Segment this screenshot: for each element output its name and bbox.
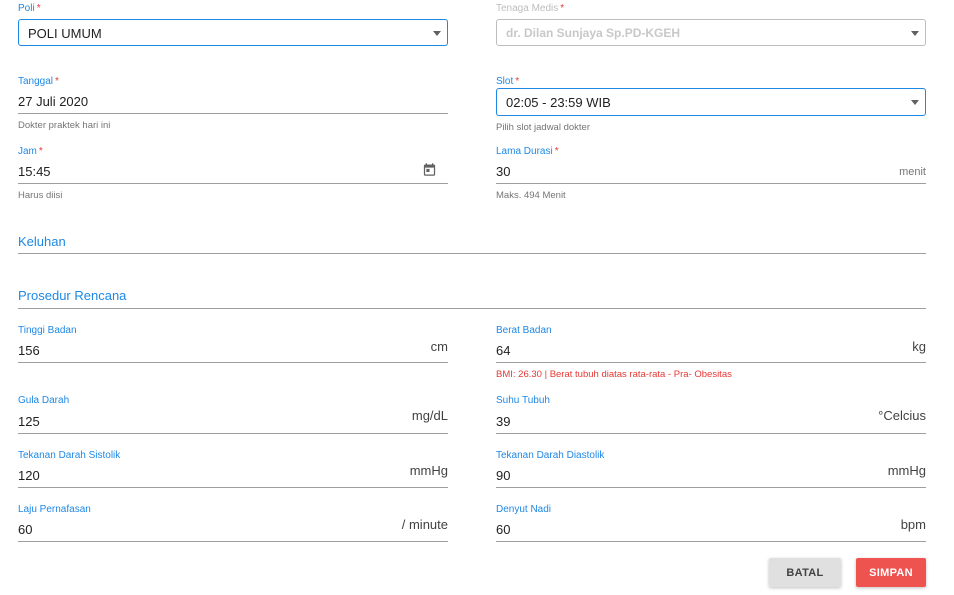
diastolik-value: 90 (496, 468, 511, 483)
diastolik-suffix: mmHg (887, 463, 926, 478)
poli-label: Poli * (18, 3, 41, 14)
tinggi-badan-label: Tinggi Badan (18, 325, 77, 336)
tenaga-medis-select[interactable]: dr. Dilan Sunjaya Sp.PD-KGEH (496, 19, 926, 46)
slot-select[interactable]: 02:05 - 23:59 WIB (496, 88, 926, 116)
sistolik-value: 120 (18, 468, 40, 483)
jam-field[interactable]: Jam * 15:45 Harus diisi (18, 146, 448, 202)
berat-badan-label: Berat Badan (496, 325, 552, 336)
poli-field: Poli * POLI UMUM (18, 3, 448, 46)
poli-value: POLI UMUM (28, 26, 102, 41)
keluhan-field[interactable]: Keluhan (18, 232, 926, 254)
laju-pernafasan-field[interactable]: Laju Pernafasan 60 / minute (18, 504, 448, 544)
suhu-tubuh-value: 39 (496, 414, 511, 429)
berat-badan-underline (496, 362, 926, 363)
laju-pernafasan-suffix: / minute (401, 517, 448, 532)
suhu-tubuh-underline (496, 433, 926, 434)
berat-badan-field[interactable]: Berat Badan 64 kg BMI: 26.30 | Berat tub… (496, 325, 926, 381)
tenaga-medis-label: Tenaga Medis * (496, 3, 565, 14)
suhu-tubuh-field[interactable]: Suhu Tubuh 39 °Celcius (496, 395, 926, 435)
gula-darah-label: Gula Darah (18, 395, 70, 406)
suhu-tubuh-suffix: °Celcius (878, 408, 926, 423)
sistolik-suffix: mmHg (409, 463, 448, 478)
gula-darah-value: 125 (18, 414, 40, 429)
lama-durasi-suffix: menit (899, 166, 926, 178)
poli-select[interactable]: POLI UMUM (18, 19, 448, 46)
sistolik-field[interactable]: Tekanan Darah Sistolik 120 mmHg (18, 450, 448, 490)
suhu-tubuh-label: Suhu Tubuh (496, 395, 550, 406)
denyut-nadi-label: Denyut Nadi (496, 504, 552, 515)
laju-pernafasan-label: Laju Pernafasan (18, 504, 91, 515)
gula-darah-field[interactable]: Gula Darah 125 mg/dL (18, 395, 448, 435)
tinggi-badan-underline (18, 362, 448, 363)
berat-badan-value: 64 (496, 343, 511, 358)
slot-label: Slot * (496, 76, 520, 87)
lama-durasi-hint: Maks. 494 Menit (496, 190, 566, 201)
jam-value: 15:45 (18, 164, 51, 179)
tanggal-underline (18, 113, 448, 114)
jam-underline (18, 183, 448, 184)
tanggal-value: 27 Juli 2020 (18, 94, 89, 109)
tinggi-badan-suffix: cm (430, 339, 448, 354)
diastolik-field[interactable]: Tekanan Darah Diastolik 90 mmHg (496, 450, 926, 490)
tenaga-medis-value: dr. Dilan Sunjaya Sp.PD-KGEH (506, 26, 681, 40)
tinggi-badan-value: 156 (18, 343, 40, 358)
jam-label: Jam * (18, 146, 43, 157)
denyut-nadi-value: 60 (496, 522, 511, 537)
sistolik-label: Tekanan Darah Sistolik (18, 450, 121, 461)
tinggi-badan-field[interactable]: Tinggi Badan 156 cm (18, 325, 448, 365)
prosedur-rencana-label: Prosedur Rencana (18, 288, 127, 303)
tanggal-field[interactable]: Tanggal * 27 Juli 2020 Dokter praktek har… (18, 76, 448, 132)
slot-hint: Pilih slot jadwal dokter (496, 122, 590, 133)
denyut-nadi-suffix: bpm (900, 517, 926, 532)
chevron-down-icon (433, 31, 441, 36)
berat-badan-suffix: kg (912, 339, 926, 354)
tanggal-label: Tanggal * (18, 76, 59, 87)
slot-value: 02:05 - 23:59 WIB (506, 95, 611, 110)
lama-durasi-field[interactable]: Lama Durasi * 30 menit Maks. 494 Menit (496, 146, 926, 202)
gula-darah-underline (18, 433, 448, 434)
denyut-nadi-underline (496, 541, 926, 542)
denyut-nadi-field[interactable]: Denyut Nadi 60 bpm (496, 504, 926, 544)
bmi-note: BMI: 26.30 | Berat tubuh diatas rata-rat… (496, 369, 732, 380)
jam-hint: Harus diisi (18, 190, 63, 201)
sistolik-underline (18, 487, 448, 488)
simpan-button[interactable]: SIMPAN (856, 558, 926, 587)
batal-button[interactable]: BATAL (769, 558, 841, 587)
lama-durasi-value: 30 (496, 164, 511, 179)
prosedur-rencana-field[interactable]: Prosedur Rencana (18, 287, 926, 309)
keluhan-underline (18, 253, 926, 254)
diastolik-underline (496, 487, 926, 488)
keluhan-label: Keluhan (18, 234, 66, 249)
laju-pernafasan-underline (18, 541, 448, 542)
chevron-down-icon (911, 100, 919, 105)
lama-durasi-underline (496, 183, 926, 184)
prosedur-rencana-underline (18, 308, 926, 309)
diastolik-label: Tekanan Darah Diastolik (496, 450, 605, 461)
lama-durasi-label: Lama Durasi * (496, 146, 559, 157)
gula-darah-suffix: mg/dL (411, 408, 448, 423)
tenaga-medis-field: Tenaga Medis * dr. Dilan Sunjaya Sp.PD-KG… (496, 3, 926, 46)
laju-pernafasan-value: 60 (18, 522, 33, 537)
slot-field: Slot * 02:05 - 23:59 WIB Pilih slot jadwa… (496, 76, 926, 133)
calendar-icon[interactable] (422, 162, 437, 177)
chevron-down-icon (911, 31, 919, 36)
tanggal-hint: Dokter praktek hari ini (18, 120, 111, 131)
